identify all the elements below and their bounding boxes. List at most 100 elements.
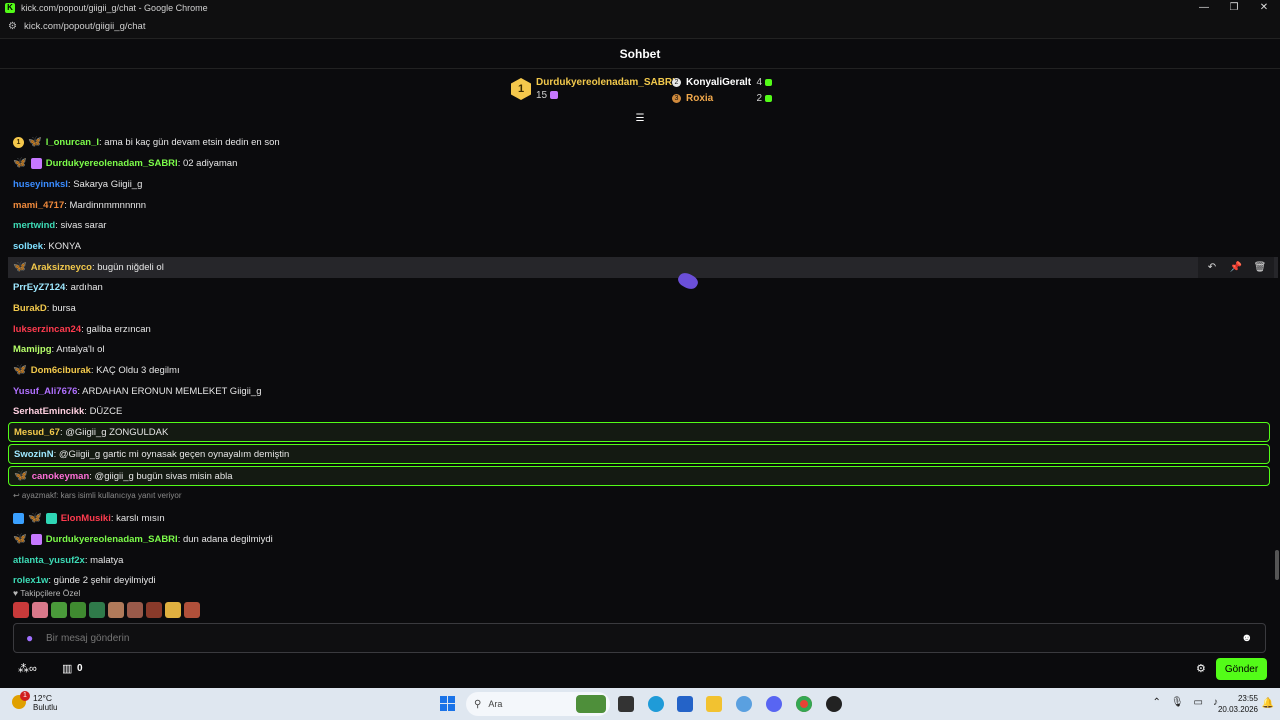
- close-icon[interactable]: ✕: [1248, 0, 1280, 15]
- emote-section-label: ♥ Takipçilere Özel: [13, 588, 81, 598]
- store-app-icon[interactable]: [677, 696, 693, 712]
- delete-icon[interactable]: 🗑: [1252, 262, 1268, 273]
- microphone-tray-icon[interactable]: 🎙: [1171, 697, 1184, 708]
- taskbar-search[interactable]: ⚲ Ara: [466, 692, 610, 716]
- message-username[interactable]: Mamijpg: [13, 344, 52, 355]
- chat-message[interactable]: atlanta_yusuf2x: malatya: [8, 550, 1270, 571]
- chat-message[interactable]: PrrEyZ7124: ardıhan: [8, 277, 1270, 298]
- leaderboard-third[interactable]: 3 Roxia 2: [672, 93, 772, 104]
- message-username[interactable]: Dom6ciburak: [31, 365, 91, 376]
- edge-icon[interactable]: [648, 696, 664, 712]
- message-text: : @giigii_g bugün sivas misin abla: [89, 470, 233, 482]
- github-icon[interactable]: [826, 696, 842, 712]
- chat-message[interactable]: 🦋 Dom6ciburak: KAÇ Oldu 3 degilmı: [8, 360, 1270, 381]
- chat-message[interactable]: mami_4717: Mardinnmmnnnnn: [8, 195, 1270, 216]
- message-text: : Sakarya Giigii_g: [67, 179, 143, 190]
- emote-strip: [13, 602, 200, 618]
- windows-taskbar: 1 12°C Bulutlu ⚲ Ara ⌃ 🎙 ▭ ♪ 23:55 20.03…: [0, 688, 1280, 720]
- store-icon[interactable]: ▥: [62, 662, 72, 675]
- leaderboard-second[interactable]: 2 KonyaliGeralt 4: [672, 77, 772, 88]
- chat-message[interactable]: SerhatEmincikk: DÜZCE: [8, 401, 1270, 422]
- minimize-icon[interactable]: —: [1188, 0, 1220, 15]
- chat-message[interactable]: BurakD: bursa: [8, 298, 1270, 319]
- emote[interactable]: [13, 602, 29, 618]
- chat-messages[interactable]: 1 🦋 l_onurcan_l: ama bi kaç gün devam etsi…: [0, 112, 1280, 622]
- message-username[interactable]: mami_4717: [13, 200, 64, 211]
- emote[interactable]: [165, 602, 181, 618]
- chat-message[interactable]: Mesud_67: @Giigii_g ZONGULDAK: [8, 422, 1270, 442]
- rank-three-icon: 3: [672, 94, 681, 103]
- notification-bell-icon[interactable]: 🔔: [1262, 698, 1274, 709]
- chat-message[interactable]: mertwind: sivas sarar: [8, 215, 1270, 236]
- chat-message[interactable]: 🦋 Durdukyereolenadam_SABRI: dun adana deg…: [8, 529, 1270, 550]
- chrome-icon[interactable]: [796, 696, 812, 712]
- discord-icon[interactable]: [766, 696, 782, 712]
- restore-icon[interactable]: ❐: [1218, 0, 1250, 15]
- message-username[interactable]: rolex1w: [13, 575, 48, 586]
- url-text: kick.com/popout/giigii_g/chat: [24, 21, 146, 32]
- emote[interactable]: [89, 602, 105, 618]
- emote[interactable]: [108, 602, 124, 618]
- emote[interactable]: [184, 602, 200, 618]
- tray-chevron-icon[interactable]: ⌃: [1152, 697, 1160, 708]
- message-username[interactable]: SerhatEmincikk: [13, 406, 84, 417]
- message-username[interactable]: SwozinN: [14, 449, 54, 460]
- chat-message[interactable]: 🦋 Araksizneyco: bugün niğdeli ol ↶ 📌 🗑: [8, 257, 1278, 278]
- microphone-icon[interactable]: ●: [26, 631, 36, 645]
- chat-message[interactable]: huseyinnksl: Sakarya Giigii_g: [8, 174, 1270, 195]
- message-username[interactable]: atlanta_yusuf2x: [13, 555, 85, 566]
- taskbar-clock[interactable]: 23:55 20.03.2026: [1218, 693, 1258, 715]
- message-input[interactable]: [46, 632, 1241, 644]
- message-username[interactable]: Mesud_67: [14, 427, 60, 438]
- file-explorer-icon[interactable]: [706, 696, 722, 712]
- emote[interactable]: [127, 602, 143, 618]
- message-username[interactable]: l_onurcan_l: [46, 137, 99, 148]
- start-button-icon[interactable]: [440, 696, 456, 712]
- settings-app-icon[interactable]: [736, 696, 752, 712]
- chat-message[interactable]: 🦋 canokeyman: @giigii_g bugün sivas misin…: [8, 466, 1270, 486]
- message-text: : Antalya'lı ol: [51, 344, 105, 355]
- message-username[interactable]: PrrEyZ7124: [13, 282, 65, 293]
- emote[interactable]: [70, 602, 86, 618]
- send-button[interactable]: Gönder: [1216, 658, 1267, 680]
- message-username[interactable]: mertwind: [13, 220, 55, 231]
- leaderboard-first[interactable]: 1 Durdukyereolenadam_SABRI 15: [511, 77, 675, 101]
- message-username[interactable]: Araksizneyco: [31, 262, 92, 273]
- pin-icon[interactable]: 📌: [1228, 262, 1244, 273]
- chat-message[interactable]: 🦋 ElonMusiki: karslı mısın: [8, 508, 1270, 529]
- emote[interactable]: [32, 602, 48, 618]
- message-text: : ARDAHAN ERONUN MEMLEKET Giigii_g: [77, 386, 262, 397]
- chat-message[interactable]: lukserzincan24: galiba erzıncan: [8, 319, 1270, 340]
- chat-input-box[interactable]: ● ☻: [13, 623, 1266, 653]
- address-bar[interactable]: ⚙ kick.com/popout/giigii_g/chat: [0, 15, 1280, 39]
- settings-gear-icon[interactable]: ⚙: [1196, 662, 1206, 675]
- chat-scrollbar[interactable]: [1275, 550, 1279, 580]
- weather-widget[interactable]: 1 12°C Bulutlu: [12, 691, 57, 713]
- message-username[interactable]: ElonMusiki: [61, 513, 111, 524]
- message-username[interactable]: lukserzincan24: [13, 324, 81, 335]
- message-username[interactable]: BurakD: [13, 303, 47, 314]
- site-settings-icon[interactable]: ⚙: [8, 21, 18, 32]
- message-username[interactable]: Durdukyereolenadam_SABRI: [46, 158, 178, 169]
- message-username[interactable]: canokeyman: [32, 471, 90, 482]
- chat-message[interactable]: Mamijpg: Antalya'lı ol: [8, 339, 1270, 360]
- chat-message[interactable]: 🦋 Durdukyereolenadam_SABRI: 02 adiyaman: [8, 153, 1270, 174]
- network-icon[interactable]: ▭: [1194, 697, 1203, 708]
- chat-message[interactable]: Yusuf_Ali7676: ARDAHAN ERONUN MEMLEKET G…: [8, 381, 1270, 402]
- emoji-picker-icon[interactable]: ☻: [1241, 632, 1255, 644]
- emote[interactable]: [146, 602, 162, 618]
- message-text: : bugün niğdeli ol: [91, 262, 164, 273]
- gift-icon: [765, 94, 772, 102]
- chat-message[interactable]: 1 🦋 l_onurcan_l: ama bi kaç gün devam etsi…: [8, 132, 1270, 153]
- message-username[interactable]: Yusuf_Ali7676: [13, 386, 77, 397]
- infinity-points-icon[interactable]: ⁂∞: [18, 662, 37, 675]
- reply-icon[interactable]: ↶: [1204, 262, 1220, 273]
- message-username[interactable]: Durdukyereolenadam_SABRI: [46, 534, 178, 545]
- message-username[interactable]: huseyinnksl: [13, 179, 68, 190]
- task-view-icon[interactable]: [618, 696, 634, 712]
- chat-message[interactable]: rolex1w: günde 2 şehir deyilmiydi: [8, 570, 1270, 591]
- chat-message[interactable]: SwozinN: @Giigii_g gartic mi oynasak geç…: [8, 444, 1270, 464]
- emote[interactable]: [51, 602, 67, 618]
- message-username[interactable]: solbek: [13, 241, 43, 252]
- chat-message[interactable]: solbek: KONYA: [8, 236, 1270, 257]
